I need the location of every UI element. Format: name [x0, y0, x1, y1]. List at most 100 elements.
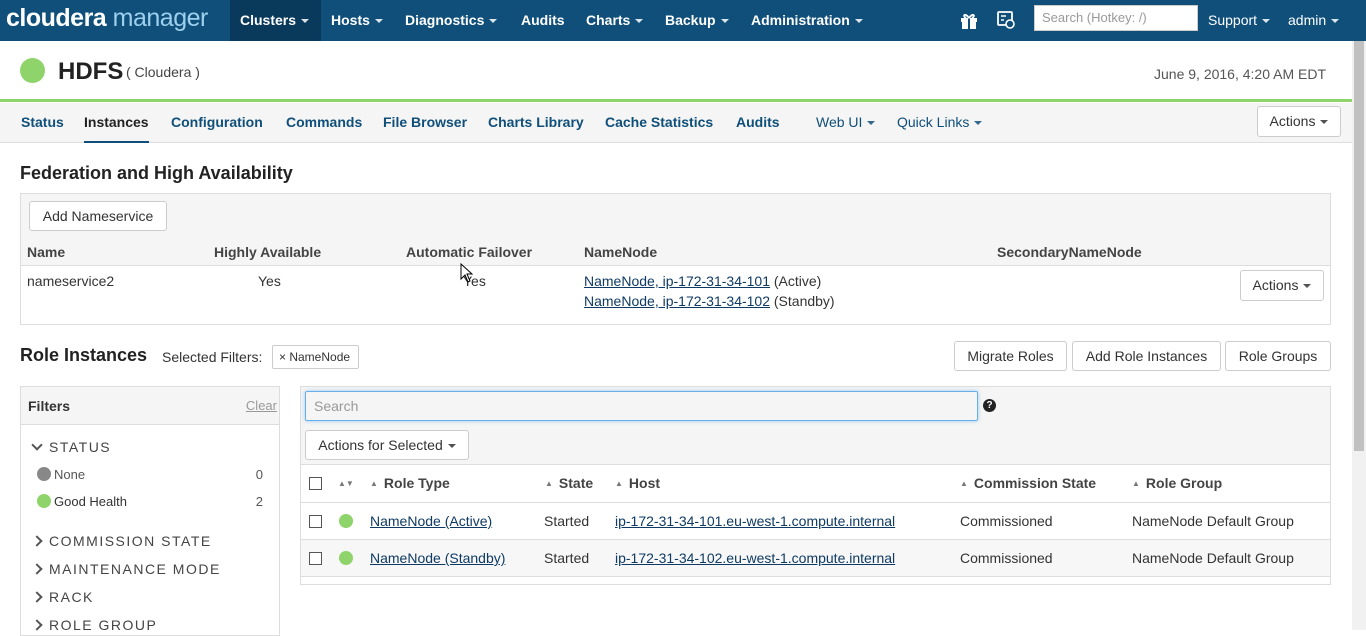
nameservice-name: nameservice2 [27, 273, 115, 289]
col-commission-state[interactable]: ▲ Commission State [960, 475, 1096, 491]
none-status-icon [37, 467, 51, 481]
service-tabs: Status Instances Configuration Commands … [0, 103, 1352, 143]
current-datetime[interactable]: June 9, 2016, 4:20 AM EDT [1154, 66, 1326, 82]
role-instances-title: Role Instances [20, 345, 148, 365]
namenode-102-link[interactable]: NameNode, ip-172-31-34-102 [584, 293, 770, 309]
sort-icon: ▲ [960, 479, 968, 488]
filters-title: Filters [28, 398, 71, 414]
service-header: HDFS ( Cloudera ) June 9, 2016, 4:20 AM … [0, 41, 1352, 102]
nav-backup[interactable]: Backup [655, 0, 739, 41]
role-state: Started [544, 513, 590, 529]
tab-charts-library[interactable]: Charts Library [488, 103, 584, 143]
filter-group-rack[interactable]: RACK [31, 589, 94, 605]
tab-cache-statistics[interactable]: Cache Statistics [605, 103, 713, 143]
role-search-input[interactable]: Search [305, 391, 978, 421]
service-actions-button[interactable]: Actions [1257, 106, 1341, 137]
sort-icon: ▲ [1132, 479, 1140, 488]
select-all-checkbox[interactable] [309, 477, 322, 490]
filters-header: Filters Clear [21, 387, 279, 425]
nav-clusters[interactable]: Clusters [230, 0, 321, 41]
federation-table-header: Name Highly Available Automatic Failover… [21, 238, 1330, 266]
actions-for-selected-button[interactable]: Actions for Selected [305, 430, 469, 460]
role-group: NameNode Default Group [1132, 513, 1294, 529]
col-host[interactable]: ▲ Host [615, 475, 660, 491]
table-row: NameNode (Standby) Started ip-172-31-34-… [301, 540, 1330, 577]
running-commands-icon[interactable] [996, 10, 1016, 30]
web-ui-menu[interactable]: Web UI [816, 103, 876, 143]
nav-hosts[interactable]: Hosts [321, 0, 393, 41]
health-status-icon [20, 58, 45, 83]
col-highly-available: Highly Available [214, 244, 322, 260]
commission-state: Commissioned [960, 550, 1053, 566]
scrollbar-thumb[interactable] [1354, 41, 1364, 451]
nav-charts[interactable]: Charts [576, 0, 653, 41]
sort-icon: ▲ [370, 479, 378, 488]
roles-table-header: ▲▼ ▲ Role Type ▲ State ▲ Host ▲ Commission S… [301, 465, 1330, 503]
chevron-right-icon [31, 591, 43, 603]
role-group: NameNode Default Group [1132, 550, 1294, 566]
page-scrollbar[interactable] [1352, 41, 1366, 630]
sort-status-icon[interactable]: ▲▼ [338, 475, 360, 491]
role-link[interactable]: NameNode (Active) [370, 513, 492, 529]
col-role-group[interactable]: ▲ Role Group [1132, 475, 1222, 491]
namenode-active: NameNode, ip-172-31-34-101 (Active) [584, 273, 822, 289]
highly-available-value: Yes [258, 273, 281, 289]
roles-toolbar: Search ? Actions for Selected [301, 387, 1330, 465]
good-health-icon [339, 514, 353, 528]
cloudera-manager-logo[interactable]: cloudera manager [6, 4, 208, 33]
nav-administration[interactable]: Administration [741, 0, 873, 41]
cluster-name[interactable]: ( Cloudera ) [126, 64, 200, 80]
host-link[interactable]: ip-172-31-34-101.eu-west-1.compute.inter… [615, 513, 895, 529]
global-search-input[interactable]: Search (Hotkey: /) [1034, 5, 1198, 31]
top-navbar: cloudera manager Clusters Hosts Diagnost… [0, 0, 1366, 41]
tab-file-browser[interactable]: File Browser [383, 103, 467, 143]
mouse-cursor-icon [460, 263, 474, 283]
tab-configuration[interactable]: Configuration [171, 103, 263, 143]
chevron-right-icon [31, 619, 43, 631]
clear-filters-link[interactable]: Clear [246, 398, 277, 413]
filter-group-status[interactable]: STATUS [31, 439, 111, 455]
table-row: NameNode (Active) Started ip-172-31-34-1… [301, 503, 1330, 540]
col-state[interactable]: ▲ State [545, 475, 593, 491]
filter-status-none[interactable]: None [37, 467, 85, 482]
filter-count-good-health: 2 [255, 494, 263, 509]
tab-instances[interactable]: Instances [84, 103, 149, 143]
row-checkbox[interactable] [309, 515, 322, 528]
quick-links-menu[interactable]: Quick Links [897, 103, 983, 143]
help-icon[interactable]: ? [983, 399, 996, 412]
add-role-instances-button[interactable]: Add Role Instances [1072, 341, 1221, 371]
nav-audits[interactable]: Audits [511, 0, 575, 41]
selected-filters-label: Selected Filters: [162, 349, 263, 365]
namenode-standby: NameNode, ip-172-31-34-102 (Standby) [584, 293, 835, 309]
tab-commands[interactable]: Commands [286, 103, 362, 143]
role-instances-panel: Search ? Actions for Selected ▲▼ ▲ Role T… [300, 386, 1331, 585]
user-menu[interactable]: admin [1288, 0, 1340, 40]
role-groups-button[interactable]: Role Groups [1225, 341, 1331, 371]
tab-status[interactable]: Status [21, 103, 64, 143]
tab-audits[interactable]: Audits [736, 103, 780, 143]
filter-group-maintenance-mode[interactable]: MAINTENANCE MODE [31, 561, 221, 577]
filter-status-good-health[interactable]: Good Health [37, 494, 127, 509]
federation-toolbar: Add Nameservice [21, 194, 1330, 238]
row-checkbox[interactable] [309, 552, 322, 565]
nav-diagnostics[interactable]: Diagnostics [395, 0, 507, 41]
federation-title: Federation and High Availability [20, 163, 293, 183]
col-role-type[interactable]: ▲ Role Type [370, 475, 450, 491]
nameservice-actions-button[interactable]: Actions [1240, 270, 1324, 301]
col-namenode: NameNode [584, 244, 658, 260]
support-menu[interactable]: Support [1208, 0, 1271, 40]
host-link[interactable]: ip-172-31-34-102.eu-west-1.compute.inter… [615, 550, 895, 566]
add-nameservice-button[interactable]: Add Nameservice [29, 201, 167, 231]
filter-group-role-group[interactable]: ROLE GROUP [31, 617, 157, 633]
role-state: Started [544, 550, 590, 566]
namenode-101-link[interactable]: NameNode, ip-172-31-34-101 [584, 273, 770, 289]
namenode-filter-chip[interactable]: × NameNode [272, 345, 359, 369]
role-link[interactable]: NameNode (Standby) [370, 550, 505, 566]
col-name: Name [27, 244, 66, 260]
filter-count-none: 0 [255, 467, 263, 482]
migrate-roles-button[interactable]: Migrate Roles [954, 341, 1067, 371]
gift-icon[interactable] [959, 10, 979, 30]
sort-icon: ▲ [545, 479, 553, 488]
filter-group-commission-state[interactable]: COMMISSION STATE [31, 533, 212, 549]
filters-panel: Filters Clear STATUS None 0 Good Health … [20, 386, 280, 636]
